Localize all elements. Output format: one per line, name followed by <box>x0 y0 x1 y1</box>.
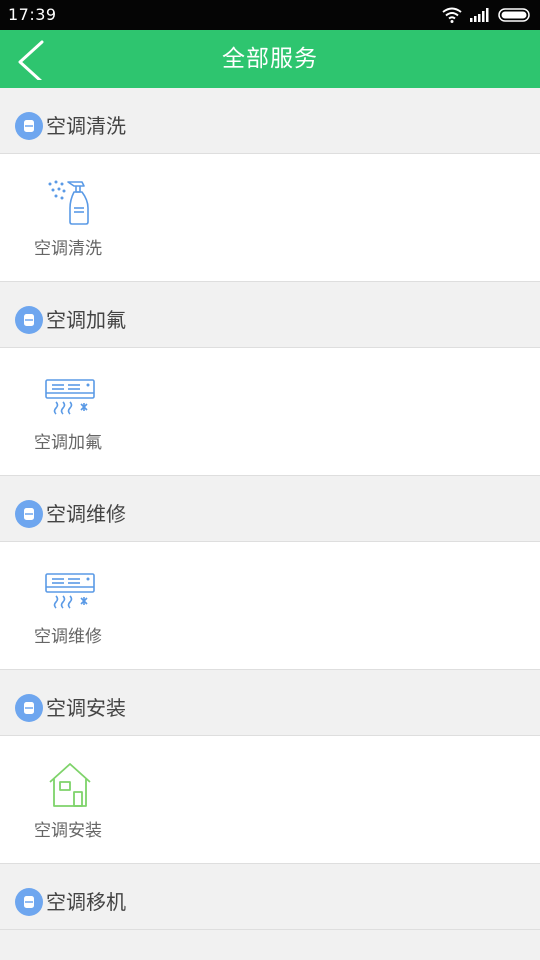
section-title: 空调安装 <box>46 696 126 720</box>
category-badge-icon <box>15 888 43 916</box>
service-item-label: 空调加氟 <box>34 433 102 453</box>
service-item-cleaning[interactable]: 空调清洗 <box>22 154 114 281</box>
page-title: 全部服务 <box>222 46 318 72</box>
service-item-label: 空调维修 <box>34 627 102 647</box>
section-header-repair: 空调维修 <box>0 476 540 542</box>
category-badge-icon <box>15 500 43 528</box>
category-badge-icon <box>15 694 43 722</box>
section-title: 空调移机 <box>46 890 126 914</box>
air-conditioner-icon <box>45 573 95 609</box>
section-header-install: 空调安装 <box>0 670 540 736</box>
status-icons <box>442 6 532 24</box>
section-items-refrigerant: 空调加氟 <box>0 348 540 476</box>
section-items-cleaning: 空调清洗 <box>0 154 540 282</box>
section-title: 空调维修 <box>46 502 126 526</box>
section-header-cleaning: 空调清洗 <box>0 88 540 154</box>
service-item-repair[interactable]: 空调维修 <box>22 542 114 669</box>
section-header-relocation: 空调移机 <box>0 864 540 930</box>
service-item-label: 空调清洗 <box>34 239 102 259</box>
section-items-install: 空调安装 <box>0 736 540 864</box>
section-header-refrigerant: 空调加氟 <box>0 282 540 348</box>
section-title: 空调加氟 <box>46 308 126 332</box>
section-title: 空调清洗 <box>46 114 126 138</box>
service-item-label: 空调安装 <box>34 821 102 841</box>
signal-icon <box>470 8 489 22</box>
spray-bottle-icon <box>48 180 89 225</box>
category-badge-icon <box>15 112 43 140</box>
service-item-refrigerant[interactable]: 空调加氟 <box>22 348 114 475</box>
service-list: 空调清洗 空调清洗 空调加氟 空调加氟 空调维修 空调维修 空调安装 空调安装 … <box>0 88 540 930</box>
air-conditioner-icon <box>45 379 95 415</box>
house-icon <box>49 763 91 807</box>
category-badge-icon <box>15 306 43 334</box>
status-bar: 17:39 <box>0 0 540 30</box>
wifi-icon <box>442 7 462 23</box>
section-items-repair: 空调维修 <box>0 542 540 670</box>
service-item-install[interactable]: 空调安装 <box>22 736 114 863</box>
app-bar: 全部服务 <box>0 30 540 88</box>
battery-icon <box>498 8 530 22</box>
status-time: 17:39 <box>8 5 57 24</box>
